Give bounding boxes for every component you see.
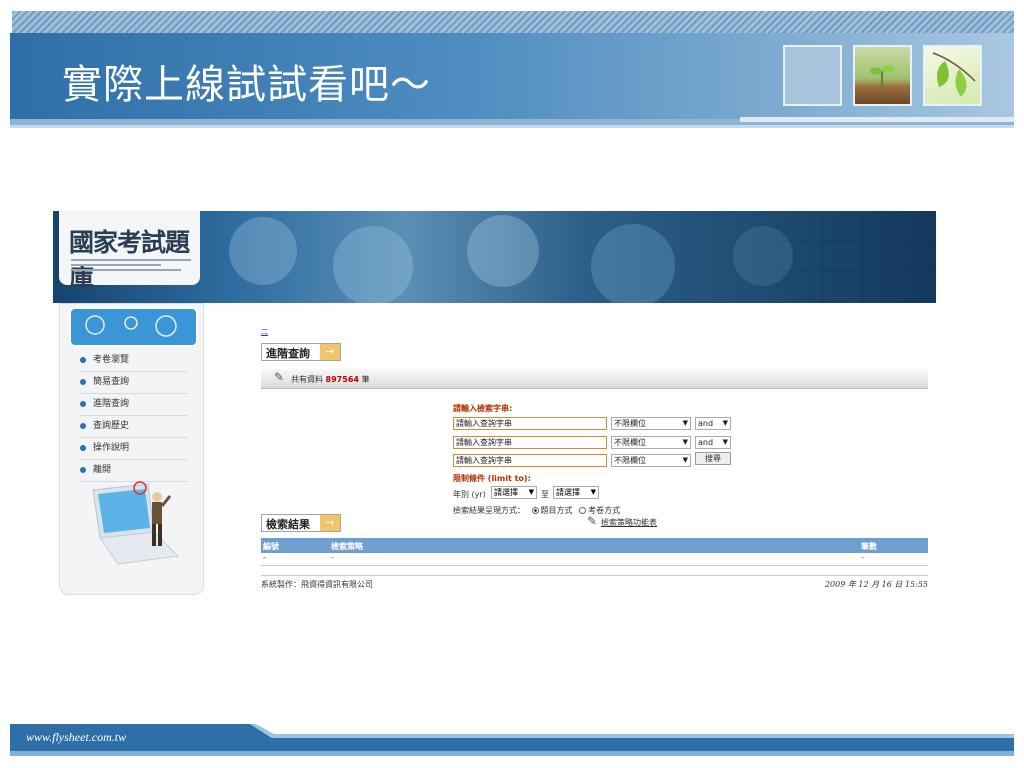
operator-select-1[interactable]: and ▼ xyxy=(695,417,731,430)
query-input-3[interactable]: 請輸入查詢字串 xyxy=(453,454,607,467)
sidebar-item-help[interactable]: 操作說明 xyxy=(80,438,188,460)
advanced-search-heading: 進階查詢 → xyxy=(261,343,341,361)
caret-down-icon: ▼ xyxy=(722,438,728,446)
sidebar-item-browse-exams[interactable]: 考卷瀏覽 xyxy=(80,350,188,372)
col-header-strategy: 檢索策略 xyxy=(331,542,363,551)
timestamp: 2009 年 12 月 16 日 15:55 xyxy=(824,580,928,589)
search-button[interactable]: 搜尋 xyxy=(695,452,731,465)
year-to-select[interactable]: 請選擇 ▼ xyxy=(553,486,599,499)
bullet-icon xyxy=(80,422,86,429)
strategy-menu-link[interactable]: 檢索策略功能表 xyxy=(601,517,657,528)
pen-icon: ✎ xyxy=(274,370,285,384)
year-label: 年別 (yr) xyxy=(453,490,486,499)
site-sidebar: 考卷瀏覽 簡易查詢 進階查詢 查詢歷史 操作說明 離開 xyxy=(59,303,204,595)
header-hatch-band xyxy=(12,11,1014,33)
sidebar-item-exit[interactable]: 離開 xyxy=(80,460,188,482)
query-input-2[interactable]: 請輸入查詢字串 xyxy=(453,436,607,449)
caret-down-icon: ▼ xyxy=(722,419,728,427)
query-label: 請輸入檢索字串: xyxy=(453,404,513,413)
banner-figures xyxy=(229,211,936,303)
caret-down-icon: ▼ xyxy=(682,419,688,427)
field-select-2[interactable]: 不限欄位 ▼ xyxy=(611,436,691,449)
sidebar-item-advanced-search[interactable]: 進階查詢 xyxy=(80,394,188,416)
gear-banner xyxy=(69,307,198,347)
logo-subtitle-line xyxy=(71,259,191,261)
decor-thumb-sprout xyxy=(853,45,912,106)
to-label: 至 xyxy=(541,490,549,499)
sidebar-item-history[interactable]: 查詢歷史 xyxy=(80,416,188,438)
year-from-select[interactable]: 請選擇 ▼ xyxy=(491,486,537,499)
operator-select-2[interactable]: and ▼ xyxy=(695,436,731,449)
col-header-id: 編號 xyxy=(263,542,279,551)
arrow-right-icon: → xyxy=(320,344,340,360)
footer-band xyxy=(10,724,1014,756)
query-input-1[interactable]: 請輸入查詢字串 xyxy=(453,417,607,430)
field-select-1[interactable]: 不限欄位 ▼ xyxy=(611,417,691,430)
field-select-3[interactable]: 不限欄位 ▼ xyxy=(611,454,691,467)
results-heading: 檢索結果 → xyxy=(261,514,341,532)
leaf-icon xyxy=(932,52,976,97)
decor-thumb-leaves xyxy=(923,45,982,106)
logo-subtitle-line xyxy=(71,264,161,266)
bullet-icon xyxy=(80,466,86,473)
embedded-screenshot: 國家考試題庫 考卷瀏覽 簡易查詢 進階查詢 查詢歷史 操作說明 離開 二 進階查… xyxy=(53,211,936,598)
header-rule-light xyxy=(10,125,1014,128)
caret-down-icon: ▼ xyxy=(590,488,596,496)
display-exam-radio[interactable] xyxy=(579,507,587,514)
bullet-icon xyxy=(80,356,86,363)
display-question-radio[interactable] xyxy=(531,507,539,514)
footer-url: www.flysheet.com.tw xyxy=(26,730,127,744)
top-link[interactable]: 二 xyxy=(261,327,268,337)
results-table-header: 編號 檢索策略 筆數 xyxy=(261,538,928,553)
system-maker: 系統製作：飛資得資訊有限公司 xyxy=(261,580,373,589)
caret-down-icon: ▼ xyxy=(682,438,688,446)
total-count: 897564 xyxy=(325,375,359,384)
bullet-icon xyxy=(80,400,86,407)
sprout-icon xyxy=(870,65,894,88)
pen-icon: ✎ xyxy=(587,514,598,528)
bullet-icon xyxy=(80,378,86,385)
logo-subtitle-line xyxy=(71,269,181,271)
gear-icon xyxy=(85,315,177,337)
bullet-icon xyxy=(80,444,86,451)
caret-down-icon: ▼ xyxy=(528,488,534,496)
slide-title: 實際上線試試看吧～ xyxy=(62,62,431,108)
sidebar-item-simple-search[interactable]: 簡易查詢 xyxy=(80,372,188,394)
header-rule-highlight xyxy=(740,117,1014,122)
limit-label: 限制條件 (limit to): xyxy=(453,474,531,483)
total-records-bar: ✎ 共有資料 897564 筆 xyxy=(261,369,928,389)
site-logo: 國家考試題庫 xyxy=(59,211,200,293)
caret-down-icon: ▼ xyxy=(682,456,688,464)
footer-divider xyxy=(261,575,928,576)
decor-thumb-plain xyxy=(783,45,842,106)
arrow-right-icon: → xyxy=(320,515,340,531)
computer-illustration-icon xyxy=(92,481,180,565)
table-row: - - - xyxy=(261,553,928,566)
col-header-count: 筆數 xyxy=(861,542,877,551)
